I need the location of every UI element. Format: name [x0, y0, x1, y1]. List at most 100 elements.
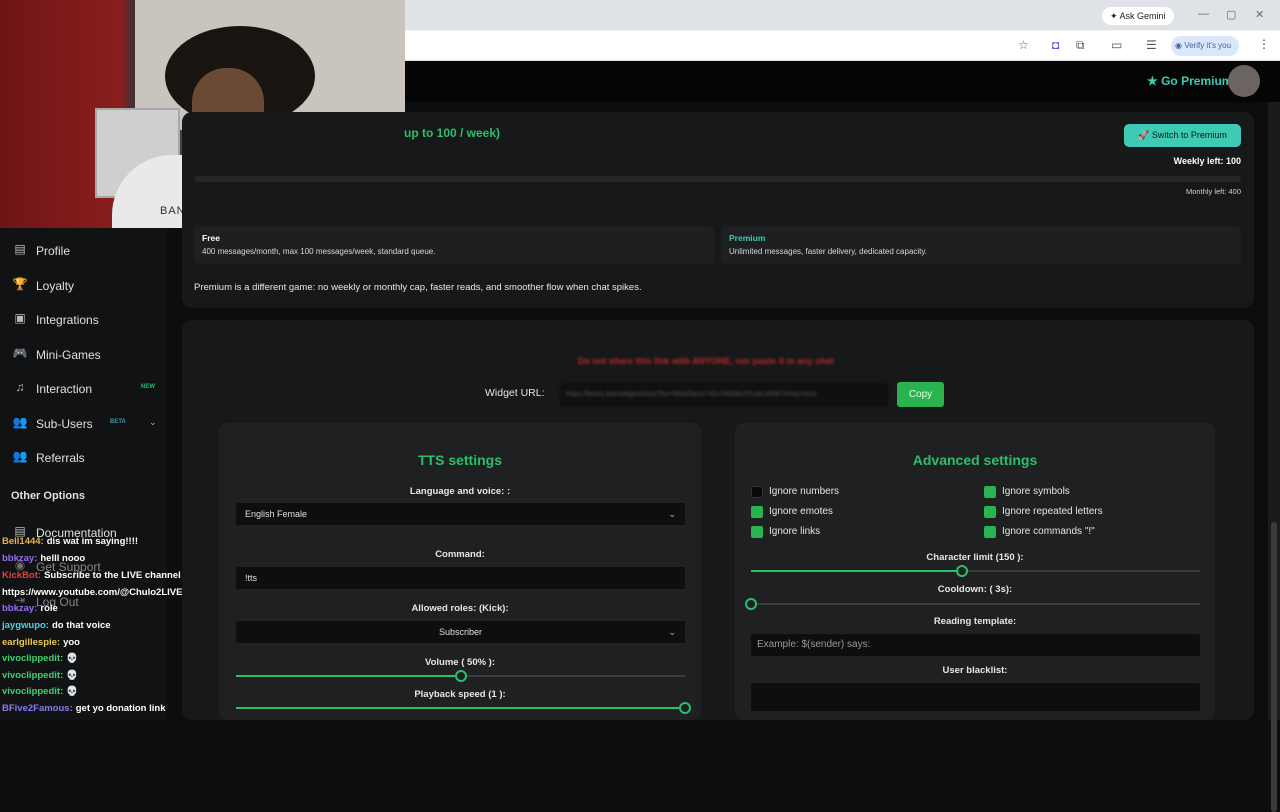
chat-message: vivoclippedit: 💀 — [2, 670, 78, 686]
chat-text: helll nooo — [40, 553, 86, 564]
profile-card-icon: ▤ — [14, 242, 26, 256]
address-bar[interactable]: ☆ ◘ ⧉ ▭ ☰ ◉ Verify it's you ⋮ — [405, 31, 1280, 61]
chevron-down-icon: ⌄ — [668, 627, 676, 637]
sidebar-item-mini-games[interactable]: 🎮 Mini-Games — [0, 335, 167, 369]
char-limit-slider-fill — [751, 570, 963, 572]
chat-message: BFive2Famous: get yo donation link — [2, 703, 165, 719]
plan-title: up to 100 / week) — [404, 126, 501, 140]
copy-button[interactable]: Copy — [897, 382, 944, 407]
cooldown-label: Cooldown: ( 3s): — [937, 584, 1013, 595]
cooldown-slider[interactable] — [745, 598, 1200, 610]
page-scrollbar[interactable] — [1268, 102, 1280, 812]
sidebar-item-label: Interaction — [36, 382, 93, 396]
ignore-repeated-letters-checkbox[interactable] — [984, 506, 996, 518]
tab-strip: ✦ Ask Gemini — ▢ ✕ — [405, 0, 1280, 30]
ignore-links-checkbox[interactable] — [751, 526, 763, 538]
command-label: Command: — [435, 549, 485, 560]
tts-settings-title: TTS settings — [417, 452, 502, 468]
sidebar-item-label: Loyalty — [36, 279, 75, 293]
side-panel-icon[interactable]: ▭ — [1111, 38, 1122, 52]
extension-icon[interactable]: ◘ — [1052, 38, 1059, 52]
browser-chrome: ✦ Ask Gemini — ▢ ✕ ☆ ◘ ⧉ ▭ ☰ ◉ Verify it… — [405, 0, 1280, 61]
users-icon: 👥 — [12, 415, 28, 429]
new-badge: NEW — [141, 384, 155, 390]
ignore-emotes-label: Ignore emotes — [769, 506, 833, 517]
char-limit-slider[interactable] — [751, 565, 1200, 577]
widget-url-label: Widget URL: — [485, 387, 545, 399]
roles-value: Subscriber — [438, 627, 483, 637]
chevron-down-icon[interactable]: ⌄ — [149, 417, 157, 428]
weekly-left: Weekly left: 100 — [1173, 156, 1241, 166]
premium-tier-box: Premium Unlimited messages, faster deliv… — [721, 226, 1241, 264]
switch-to-premium-button[interactable]: 🚀 Switch to Premium — [1124, 124, 1241, 147]
chat-message: Bell1444: dis wat im saying!!!! — [2, 536, 138, 552]
ignore-symbols-checkbox[interactable] — [984, 486, 996, 498]
chat-username: jaygwupo: — [2, 620, 49, 631]
volume-slider[interactable] — [236, 670, 685, 682]
extensions-puzzle-icon[interactable]: ⧉ — [1076, 38, 1085, 53]
command-input[interactable]: !tts — [236, 567, 685, 589]
char-limit-slider-knob[interactable] — [956, 565, 969, 577]
ask-gemini-button[interactable]: ✦ Ask Gemini — [1102, 7, 1174, 25]
close-icon[interactable]: ✕ — [1255, 8, 1264, 21]
scrollbar-thumb[interactable] — [1271, 522, 1277, 812]
speed-slider-fill — [236, 707, 685, 709]
speed-label: Playback speed (1 ): — [414, 689, 506, 700]
app-topbar: ★ Go Premium — [405, 61, 1280, 102]
template-input[interactable]: Example: $(sender) says: — [751, 634, 1200, 656]
roles-label: Allowed roles: (Kick): — [411, 603, 509, 614]
sidebar-item-loyalty[interactable]: 🏆 Loyalty — [0, 266, 167, 300]
gamepad-icon: 🎮 — [12, 346, 28, 360]
roles-select[interactable]: Subscriber ⌄ — [236, 621, 685, 643]
cooldown-slider-knob[interactable] — [745, 598, 757, 610]
media-icon[interactable]: ☰ — [1146, 38, 1157, 52]
ignore-numbers-checkbox[interactable] — [751, 486, 763, 498]
advanced-settings-title: Advanced settings — [912, 452, 1038, 468]
chat-username: vivoclippedit: — [2, 670, 64, 681]
sidebar-item-label: Sub-Users — [36, 417, 93, 431]
usage-progress-bar — [194, 176, 1241, 182]
language-value: English Female — [245, 509, 308, 519]
go-premium-link[interactable]: ★ Go Premium — [1147, 74, 1232, 88]
widget-warning: Do not share this link with ANYONE, nor … — [578, 356, 834, 366]
widget-url-input[interactable]: https://botrix.live/widgets/ttsw?bu=5b9c… — [560, 383, 888, 406]
speed-slider[interactable] — [236, 702, 691, 714]
language-select[interactable]: English Female ⌄ — [236, 503, 685, 525]
sidebar-item-profile[interactable]: ▤ Profile — [0, 231, 167, 265]
bookmark-star-icon[interactable]: ☆ — [1018, 38, 1029, 52]
monthly-left: Monthly left: 400 — [1185, 187, 1241, 196]
chat-message: vivoclippedit: 💀 — [2, 686, 78, 702]
minimize-icon[interactable]: — — [1198, 8, 1209, 20]
chat-message: https://www.youtube.com/@Chulo2LIVE — [2, 587, 182, 603]
language-label: Language and voice: : — [409, 486, 511, 497]
maximize-icon[interactable]: ▢ — [1226, 8, 1236, 21]
blacklist-label: User blacklist: — [942, 665, 1008, 676]
chat-username: Bell1444: — [2, 536, 44, 547]
sidebar-item-referrals[interactable]: 👥 Referrals — [0, 438, 167, 472]
chat-text: dis wat im saying!!!! — [46, 536, 139, 547]
beta-badge: BETA — [110, 419, 126, 425]
avatar[interactable] — [1228, 65, 1260, 97]
chat-message: vivoclippedit: 💀 — [2, 653, 78, 669]
plan-card — [182, 112, 1254, 308]
speed-slider-knob[interactable] — [679, 702, 691, 714]
sidebar-item-interaction[interactable]: ♫ Interaction NEW — [0, 369, 167, 403]
sidebar-item-label: Profile — [36, 244, 71, 258]
ignore-emotes-checkbox[interactable] — [751, 506, 763, 518]
chat-username: BFive2Famous: — [2, 703, 73, 714]
chat-text: 💀 — [66, 670, 79, 681]
char-limit-label: Character limit (150 ): — [926, 552, 1024, 563]
profile-icon: ◉ — [1175, 41, 1185, 50]
volume-slider-knob[interactable] — [454, 670, 467, 682]
ignore-commands-label: Ignore commands "!" — [1002, 526, 1095, 537]
ignore-commands-checkbox[interactable] — [984, 526, 996, 538]
sidebar-item-sub-users[interactable]: 👥 Sub-Users BETA ⌄ — [0, 404, 167, 438]
blacklist-input[interactable] — [751, 683, 1200, 711]
menu-kebab-icon[interactable]: ⋮ — [1258, 37, 1270, 51]
verify-profile-button[interactable]: ◉ Verify it's you — [1171, 36, 1240, 56]
chat-text: Subscribe to the LIVE channel — [44, 570, 181, 581]
sidebar-item-label: Mini-Games — [36, 348, 101, 362]
sidebar-item-integrations[interactable]: ▣ Integrations — [0, 300, 167, 334]
chat-message: bbkzay: helll nooo — [2, 553, 85, 569]
volume-label: Volume ( 50% ): — [424, 657, 496, 668]
